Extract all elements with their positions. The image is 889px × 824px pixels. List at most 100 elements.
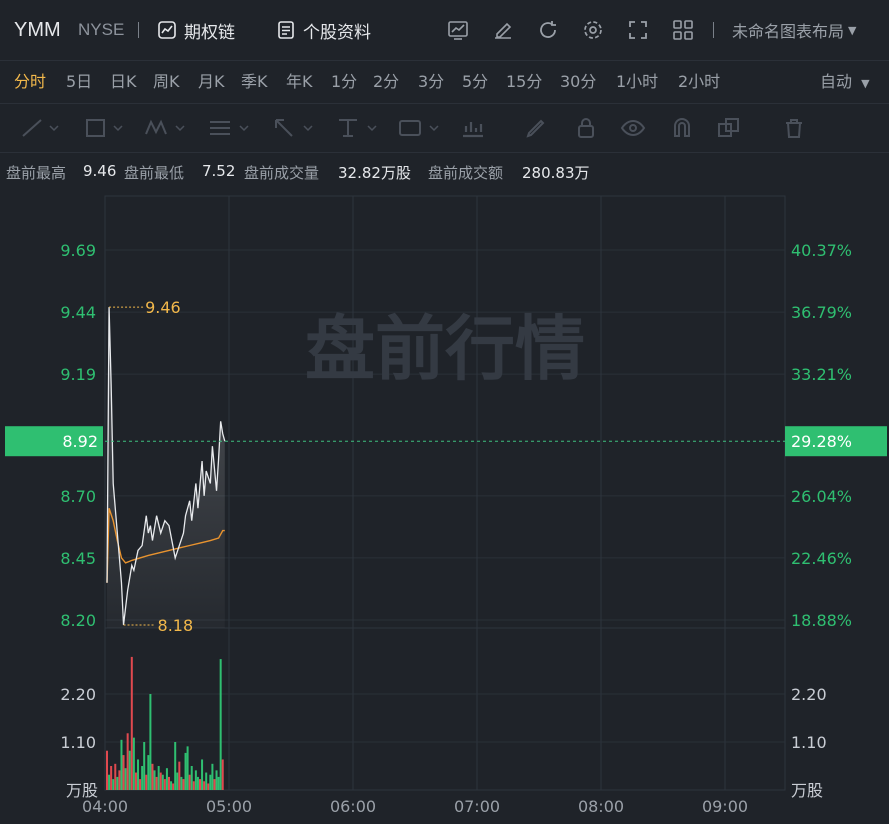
delete-button[interactable]: [782, 116, 806, 140]
volume-bar: [174, 742, 177, 790]
settings-button[interactable]: [579, 16, 607, 44]
period-tab[interactable]: 季K: [241, 61, 268, 103]
volume-bar: [130, 656, 133, 790]
volume-tick-label: 2.20: [60, 685, 96, 704]
clone-button[interactable]: [716, 116, 742, 140]
volume-bar: [172, 783, 175, 790]
volume-bar: [151, 763, 154, 790]
period-tab[interactable]: 1分: [331, 61, 357, 103]
price-tick-label: 8.70: [60, 487, 96, 506]
bar-pattern-button[interactable]: [460, 116, 486, 140]
copy-icon: [718, 118, 739, 137]
price-tick-label: 9.19: [60, 365, 96, 384]
text-tool-button[interactable]: [336, 116, 380, 140]
volume-bar: [126, 733, 129, 790]
label-tool-button[interactable]: [398, 116, 442, 140]
time-tick-label: 06:00: [330, 797, 376, 816]
volume-bar: [199, 779, 201, 790]
caret-down-icon: ▼: [848, 23, 857, 37]
fullscreen-button[interactable]: [624, 16, 652, 44]
volume-bar: [176, 772, 179, 790]
fib-tool-button[interactable]: [208, 116, 252, 140]
volume-bar: [182, 779, 185, 790]
volume-bar: [149, 694, 152, 790]
volume-bar: [219, 659, 222, 790]
volume-bar: [207, 783, 210, 790]
period-tab[interactable]: 3分: [418, 61, 444, 103]
drawing-toolbar: [0, 104, 889, 153]
intraday-chart[interactable]: 盘前行情 9.46 8.18 9.69 9.44 9.19 8.70 8.45 8.20 40.…: [0, 188, 889, 824]
grid-layout-icon: [673, 20, 693, 40]
price-tick-label: 9.44: [60, 303, 96, 322]
volume-unit-label-right: 万股: [791, 781, 823, 800]
lock-button[interactable]: [574, 116, 598, 140]
period-tab[interactable]: 分时: [14, 61, 46, 103]
indicator-button[interactable]: [444, 16, 472, 44]
premarket-turnover-label: 盘前成交额: [428, 164, 504, 182]
period-tab[interactable]: 5分: [462, 61, 488, 103]
layout-selector[interactable]: 未命名图表布局 ▼: [732, 0, 856, 60]
volume-bar: [118, 770, 121, 790]
rectangle-tool-button[interactable]: [84, 116, 124, 140]
period-tab[interactable]: 5日: [66, 61, 92, 103]
premarket-volume-value: 32.82万股: [338, 164, 411, 182]
price-tick-label: 9.69: [60, 241, 96, 260]
volume-tick-label-right: 2.20: [791, 685, 827, 704]
volume-bar: [137, 759, 139, 790]
fibonacci-icon: [210, 121, 249, 135]
auto-label: 自动: [820, 72, 853, 91]
premarket-turnover-value: 280.83万: [522, 164, 590, 182]
volume-bar: [155, 776, 158, 790]
volume-bar: [213, 779, 216, 790]
period-tab[interactable]: 30分: [560, 61, 596, 103]
refresh-button[interactable]: [534, 16, 562, 44]
period-tab[interactable]: 2分: [373, 61, 399, 103]
eye-icon: [620, 119, 646, 137]
volume-bar: [211, 763, 214, 790]
volume-bar: [209, 774, 212, 790]
period-tab[interactable]: 1小时: [616, 61, 658, 103]
period-tab[interactable]: 日K: [110, 61, 137, 103]
magnet-button[interactable]: [670, 116, 694, 140]
volume-bar: [180, 776, 183, 790]
premarket-info: 盘前最高 9.46 盘前最低 7.52 盘前成交量 32.82万股 盘前成交额 …: [0, 158, 889, 186]
price-area-fill: [107, 307, 225, 628]
time-tick-label: 08:00: [578, 797, 624, 816]
period-tab[interactable]: 月K: [198, 61, 225, 103]
watermark: 盘前行情: [305, 308, 585, 390]
line-tool-button[interactable]: [20, 116, 60, 140]
volume-bar: [186, 746, 189, 790]
volume-bar: [188, 774, 191, 790]
trash-icon: [786, 119, 802, 138]
options-chain-button[interactable]: 期权链: [157, 0, 235, 60]
text-cursor-icon: [339, 119, 377, 137]
volume-bar: [153, 770, 156, 790]
period-tab[interactable]: 15分: [506, 61, 542, 103]
pen-tool-button[interactable]: [524, 116, 548, 140]
premarket-low-label: 盘前最低: [124, 164, 185, 182]
arrow-tool-button[interactable]: [272, 116, 316, 140]
volume-bar: [163, 779, 166, 790]
top-bar: YMM NYSE 期权链 个股资料 未命名图表布局 ▼: [0, 0, 889, 61]
period-tab[interactable]: 周K: [153, 61, 180, 103]
stock-profile-button[interactable]: 个股资料: [276, 0, 371, 60]
grid-layout-button[interactable]: [669, 16, 697, 44]
wave-tool-button[interactable]: [144, 116, 188, 140]
options-chain-label: 期权链: [184, 22, 235, 43]
price-area: [107, 307, 225, 628]
volume-bar: [112, 779, 115, 790]
volume-bar: [196, 776, 199, 790]
premarket-high-value: 9.46: [83, 162, 117, 180]
auto-scale-selector[interactable]: 自动 ▼: [820, 61, 870, 103]
divider: [138, 22, 139, 38]
refresh-icon: [540, 21, 556, 38]
visibility-button[interactable]: [620, 116, 646, 140]
period-tab[interactable]: 年K: [286, 61, 313, 103]
document-icon: [278, 21, 294, 39]
period-tab[interactable]: 2小时: [678, 61, 720, 103]
volume-bar: [184, 752, 187, 790]
volume-bar: [139, 779, 142, 790]
premarket-high-label: 盘前最高: [6, 164, 67, 182]
edit-button[interactable]: [489, 16, 517, 44]
percent-tick-label: 22.46%: [791, 549, 852, 568]
